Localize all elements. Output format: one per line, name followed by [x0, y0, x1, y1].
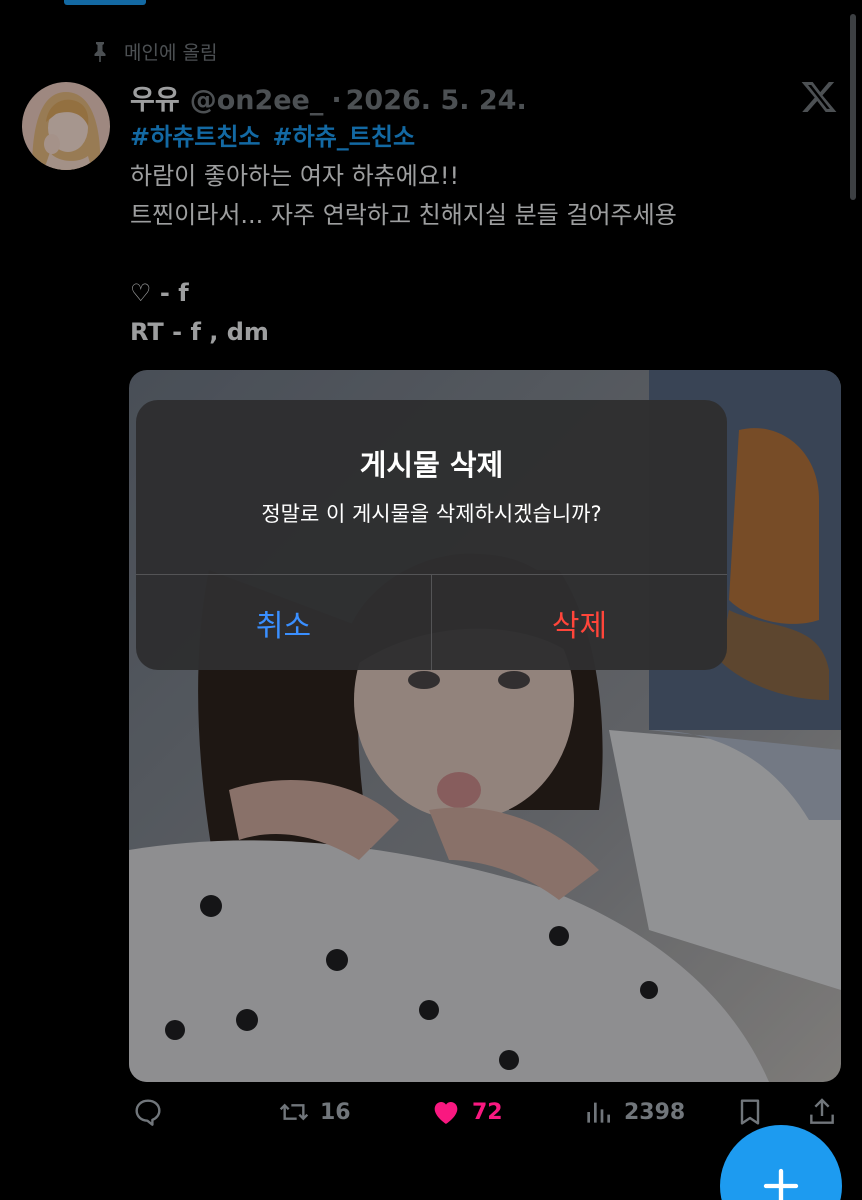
reply-icon: [135, 1099, 161, 1126]
dialog-title: 게시물 삭제: [359, 448, 504, 482]
views-button[interactable]: 2398: [582, 1096, 685, 1128]
retweet-count: 16: [320, 1099, 351, 1125]
like-button[interactable]: 72: [430, 1096, 503, 1128]
tweet-actions: 16 72 2398: [0, 1096, 862, 1140]
reply-button[interactable]: [132, 1096, 164, 1128]
views-count: 2398: [624, 1099, 686, 1125]
retweet-icon: [279, 1103, 309, 1121]
dialog-message: 정말로 이 게시물을 삭제하시겠습니까?: [261, 502, 602, 526]
share-button[interactable]: [806, 1096, 838, 1128]
delete-button[interactable]: 삭제: [432, 575, 727, 670]
bookmark-icon: [740, 1099, 760, 1125]
retweet-button[interactable]: 16: [278, 1096, 351, 1128]
heart-icon: [434, 1102, 458, 1124]
delete-post-dialog: 게시물 삭제 정말로 이 게시물을 삭제하시겠습니까? 취소 삭제: [136, 400, 727, 670]
bookmark-button[interactable]: [734, 1096, 766, 1128]
cancel-button[interactable]: 취소: [136, 575, 431, 670]
like-count: 72: [472, 1099, 503, 1125]
share-icon: [810, 1098, 834, 1124]
plus-icon: [763, 1168, 799, 1200]
views-icon: [587, 1102, 610, 1123]
